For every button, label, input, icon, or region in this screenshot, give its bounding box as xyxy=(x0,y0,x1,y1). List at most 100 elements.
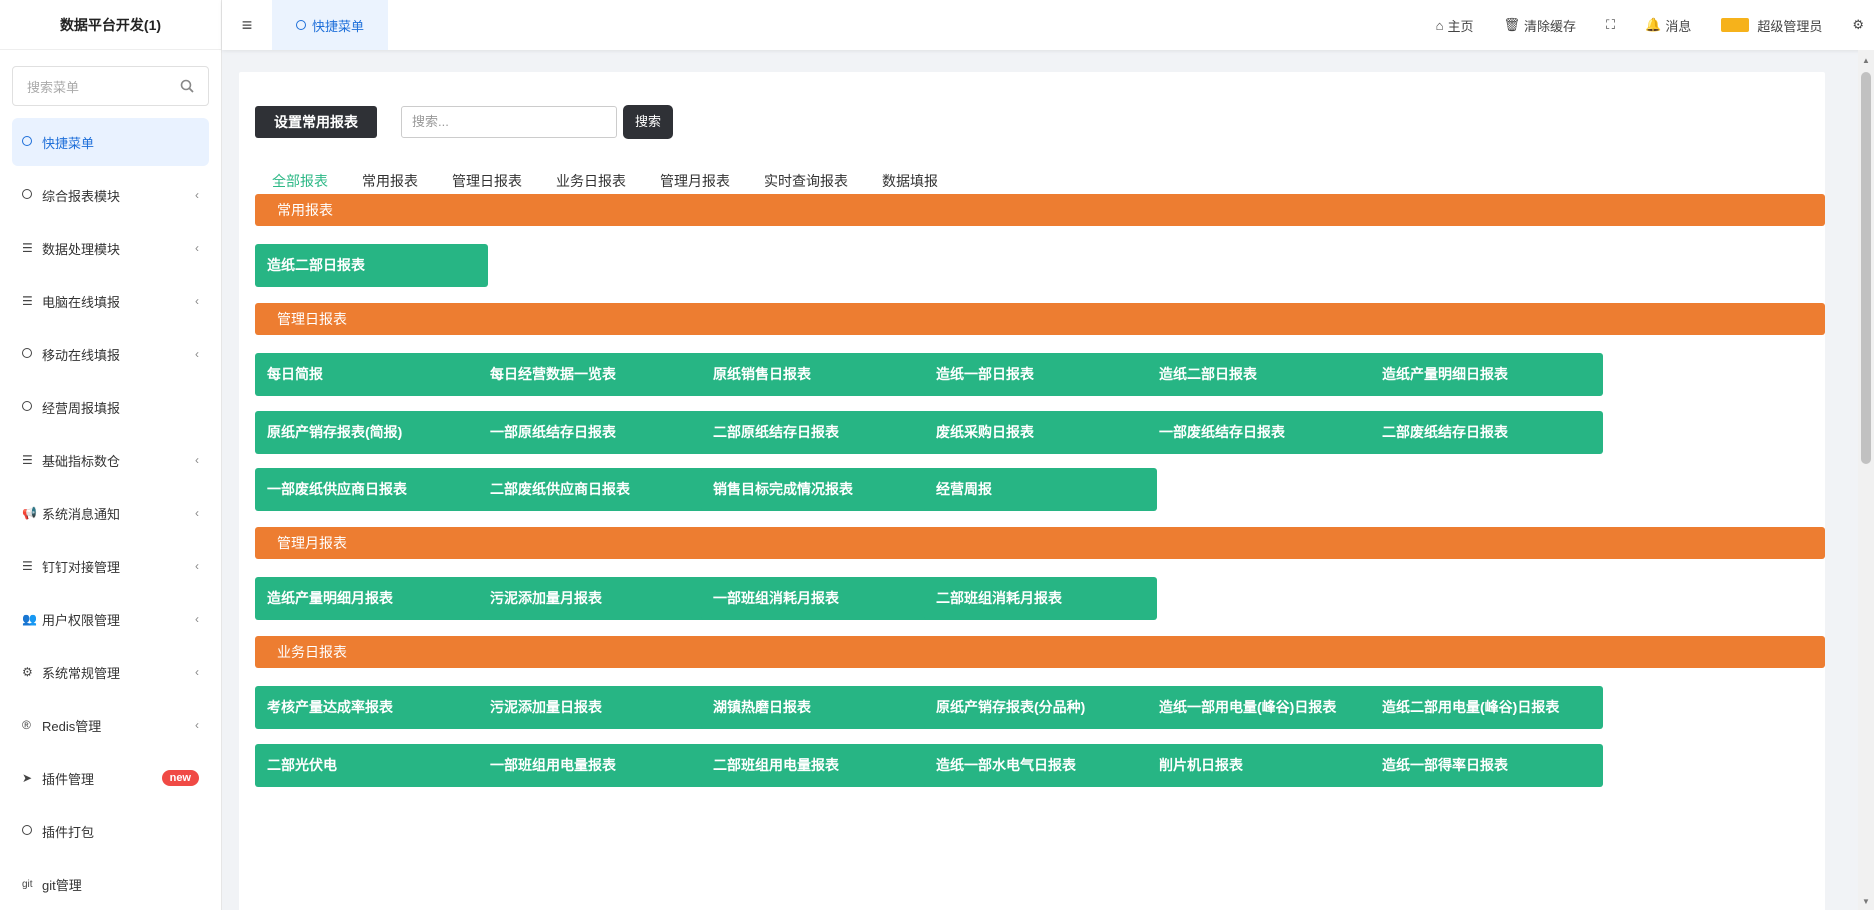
report-button[interactable]: 削片机日报表 xyxy=(1147,743,1380,787)
report-button[interactable]: 废纸采购日报表 xyxy=(924,410,1157,454)
scroll-thumb[interactable] xyxy=(1861,72,1871,464)
sidebar-item[interactable]: 📢 系统消息通知 ‹ xyxy=(12,489,209,537)
home-label: 主页 xyxy=(1447,18,1474,34)
report-button[interactable]: 二部班组用电量报表 xyxy=(701,743,934,787)
sidebar-item[interactable]: ☰ 基础指标数仓 ‹ xyxy=(12,436,209,484)
chevron-left-icon: ‹ xyxy=(195,347,199,361)
sidebar-item-label: 基础指标数仓 xyxy=(42,453,121,469)
sidebar-item-label: 移动在线填报 xyxy=(42,347,121,363)
report-button[interactable]: 二部废纸供应商日报表 xyxy=(478,468,711,511)
fullscreen-icon[interactable]: ⛶ xyxy=(1606,17,1615,33)
sidebar-item[interactable]: 综合报表模块 ‹ xyxy=(12,171,209,219)
report-button[interactable]: 造纸二部日报表 xyxy=(255,244,488,287)
list-icon: ☰ xyxy=(22,559,33,573)
sidebar-item-label: 电脑在线填报 xyxy=(42,294,121,310)
report-button[interactable]: 二部光伏电 xyxy=(255,743,488,787)
sidebar-item[interactable]: ☰ 数据处理模块 ‹ xyxy=(12,224,209,272)
menu-search-placeholder: 搜索菜单 xyxy=(27,79,80,95)
user-menu[interactable]: 超级管理员 xyxy=(1721,16,1822,35)
report-button[interactable]: 造纸二部日报表 xyxy=(1147,353,1380,396)
circle-icon xyxy=(296,20,306,30)
report-button[interactable]: 污泥添加量日报表 xyxy=(478,686,711,729)
chevron-left-icon: ‹ xyxy=(195,665,199,679)
hamburger-icon[interactable]: ≡ xyxy=(222,15,272,36)
report-search-button[interactable]: 搜索 xyxy=(623,105,674,139)
report-search-input[interactable]: 搜索... xyxy=(401,106,617,138)
report-button[interactable]: 造纸一部日报表 xyxy=(924,353,1157,396)
avatar xyxy=(1721,18,1750,32)
section-header: 常用报表 xyxy=(255,194,1825,226)
sidebar-item-label: 系统消息通知 xyxy=(42,506,121,522)
report-button[interactable]: 经营周报 xyxy=(924,468,1157,511)
circle-icon xyxy=(22,188,42,202)
chevron-left-icon: ‹ xyxy=(195,188,199,202)
gears-icon: ⚙ xyxy=(22,665,33,679)
list-icon: ☰ xyxy=(22,241,33,255)
report-button[interactable]: 湖镇热磨日报表 xyxy=(701,686,934,729)
git-icon: git xyxy=(22,878,33,890)
sidebar-item[interactable]: git git管理 xyxy=(12,860,209,908)
section-header: 管理月报表 xyxy=(255,527,1825,559)
sidebar-item-label: Redis管理 xyxy=(42,718,102,734)
report-button[interactable]: 造纸一部得率日报表 xyxy=(1370,743,1603,787)
report-button[interactable]: 原纸产销存报表(分品种) xyxy=(924,686,1157,729)
sidebar-item[interactable]: 经营周报填报 xyxy=(12,383,209,431)
report-button[interactable]: 考核产量达成率报表 xyxy=(255,686,488,729)
report-button[interactable]: 一部班组用电量报表 xyxy=(478,743,711,787)
sidebar-item-label: 数据处理模块 xyxy=(42,241,121,257)
section-header: 业务日报表 xyxy=(255,636,1825,668)
report-button[interactable]: 每日经营数据一览表 xyxy=(478,353,711,396)
report-button[interactable]: 一部原纸结存日报表 xyxy=(478,410,711,454)
bell-icon: 🔔 xyxy=(1645,17,1662,32)
sidebar-item[interactable]: 👥 用户权限管理 ‹ xyxy=(12,595,209,643)
report-button[interactable]: 销售目标完成情况报表 xyxy=(701,468,934,511)
sidebar-item[interactable]: 快捷菜单 xyxy=(12,118,209,166)
scroll-up-icon[interactable]: ▲ xyxy=(1862,56,1870,65)
report-button[interactable]: 二部班组消耗月报表 xyxy=(924,577,1157,620)
report-button[interactable]: 污泥添加量月报表 xyxy=(478,577,711,620)
scroll-down-icon[interactable]: ▼ xyxy=(1862,897,1870,906)
set-common-reports-button[interactable]: 设置常用报表 xyxy=(255,106,377,138)
report-button[interactable]: 一部废纸供应商日报表 xyxy=(255,468,488,511)
report-button[interactable]: 二部废纸结存日报表 xyxy=(1370,410,1603,454)
tab-quick-menu[interactable]: 快捷菜单 xyxy=(272,0,389,50)
chevron-left-icon: ‹ xyxy=(195,294,199,308)
sidebar-item[interactable]: ☰ 电脑在线填报 ‹ xyxy=(12,277,209,325)
sidebar-item-label: 系统常规管理 xyxy=(42,665,121,681)
report-button[interactable]: 造纸一部用电量(峰谷)日报表 xyxy=(1147,686,1380,729)
sidebar-item[interactable]: ⚙ 系统常规管理 ‹ xyxy=(12,648,209,696)
report-button[interactable]: 造纸产量明细日报表 xyxy=(1370,353,1603,396)
report-button[interactable]: 造纸产量明细月报表 xyxy=(255,577,488,620)
report-button[interactable]: 一部废纸结存日报表 xyxy=(1147,410,1380,454)
chevron-left-icon: ‹ xyxy=(195,612,199,626)
sidebar-menu: 快捷菜单综合报表模块 ‹ ☰ 数据处理模块 ‹ ☰ 电脑在线填报 ‹ 移动在线填报 ‹ 经营周报填报… xyxy=(0,118,221,908)
main-panel: 设置常用报表 搜索... 搜索 全部报表 常用报表 管理日报表 业务日报表 管理月报表实… xyxy=(239,72,1825,910)
sidebar-item[interactable]: ☰ 钉钉对接管理 ‹ xyxy=(12,542,209,590)
report-button[interactable]: 一部班组消耗月报表 xyxy=(701,577,934,620)
tab-quick-menu-label: 快捷菜单 xyxy=(312,18,365,34)
report-button[interactable]: 二部原纸结存日报表 xyxy=(701,410,934,454)
sidebar-item-label: 经营周报填报 xyxy=(42,400,121,416)
clear-cache-button[interactable]: 🗑 清除缓存 xyxy=(1503,16,1576,35)
home-link[interactable]: ⌂ 主页 xyxy=(1436,16,1474,35)
home-icon: ⌂ xyxy=(1435,17,1444,33)
report-button[interactable]: 原纸销售日报表 xyxy=(701,353,934,396)
sidebar-item-label: 快捷菜单 xyxy=(42,135,95,151)
sidebar-item[interactable]: ➤ 插件管理 new xyxy=(12,754,209,802)
sidebar-item-label: 插件管理 xyxy=(42,771,95,787)
sidebar-item-label: git管理 xyxy=(42,877,82,893)
menu-search-input[interactable]: 搜索菜单 xyxy=(12,66,209,106)
search-icon[interactable] xyxy=(180,79,194,93)
settings-gears-icon[interactable]: ⚙ xyxy=(1852,17,1864,33)
report-button[interactable]: 每日简报 xyxy=(255,353,488,396)
report-button[interactable]: 原纸产销存报表(简报) xyxy=(255,410,488,454)
report-button[interactable]: 造纸一部水电气日报表 xyxy=(924,743,1157,787)
page-scrollbar[interactable]: ▲ ▼ xyxy=(1858,50,1874,910)
sidebar-item[interactable]: 插件打包 xyxy=(12,807,209,855)
clear-cache-label: 清除缓存 xyxy=(1524,18,1577,34)
sidebar-item[interactable]: 移动在线填报 ‹ xyxy=(12,330,209,378)
sidebar-item[interactable]: ® Redis管理 ‹ xyxy=(12,701,209,749)
messages-button[interactable]: 🔔 消息 xyxy=(1645,16,1691,35)
report-button[interactable]: 造纸二部用电量(峰谷)日报表 xyxy=(1370,686,1603,729)
list-icon: ☰ xyxy=(22,294,33,308)
